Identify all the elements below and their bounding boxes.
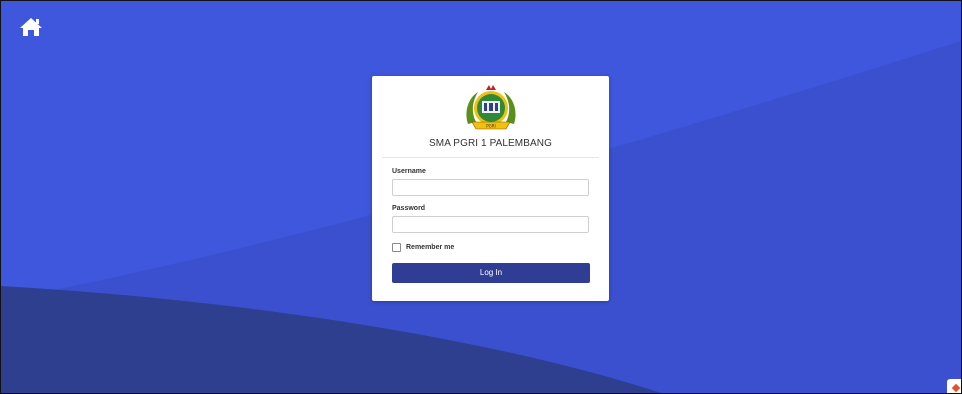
remember-me-row: Remember me: [392, 242, 454, 252]
card-divider: [382, 157, 599, 158]
remember-me-checkbox[interactable]: [392, 242, 401, 252]
school-crest-logo: PGRI: [458, 84, 524, 132]
username-label: Username: [392, 168, 426, 175]
remember-me-label: Remember me: [406, 243, 455, 251]
password-input[interactable]: [392, 216, 589, 233]
username-input[interactable]: [392, 179, 589, 196]
svg-text:PGRI: PGRI: [486, 124, 495, 129]
password-label: Password: [392, 205, 426, 212]
page-background: PGRI SMA PGRI 1 PALEMBANG Username Passw…: [0, 0, 962, 394]
school-name: SMA PGRI 1 PALEMBANG: [429, 138, 552, 149]
home-icon: [20, 18, 42, 36]
login-card: PGRI SMA PGRI 1 PALEMBANG Username Passw…: [372, 76, 609, 301]
login-button[interactable]: Log In: [392, 263, 590, 283]
home-button[interactable]: [19, 16, 43, 38]
corner-widget-icon[interactable]: [947, 379, 961, 393]
